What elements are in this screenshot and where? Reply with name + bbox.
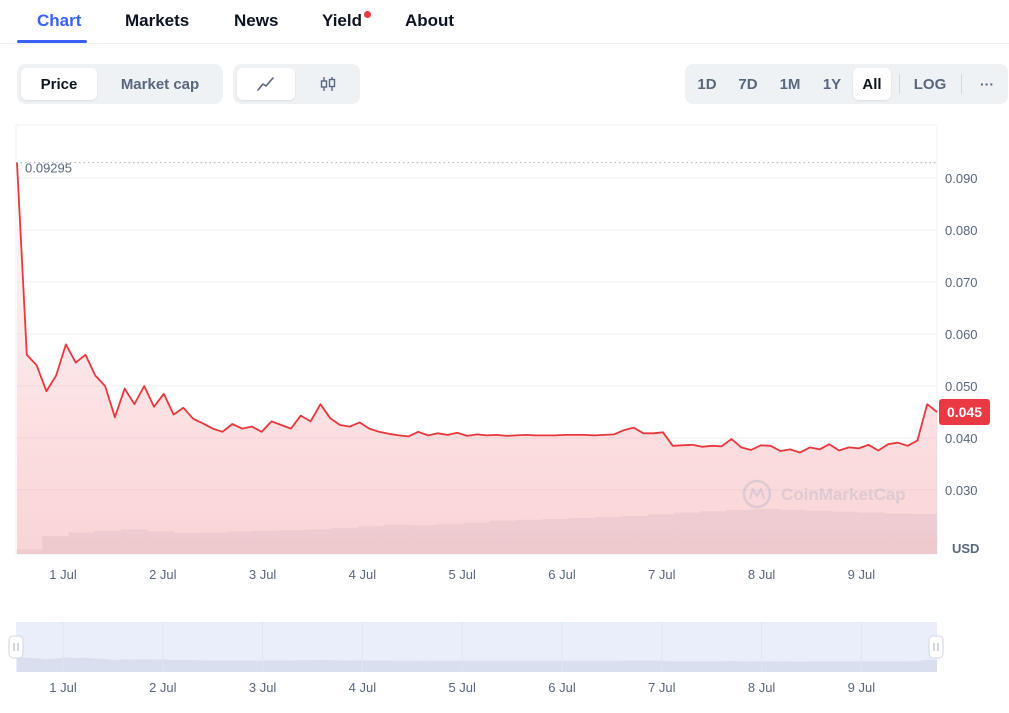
range-divider (899, 74, 900, 94)
x-tick-label: 9 Jul (848, 567, 876, 582)
y-tick-label: 0.050 (945, 379, 978, 394)
navigator-x-tick-label: 8 Jul (748, 680, 776, 695)
navigator-x-tick-label: 1 Jul (49, 680, 77, 695)
range-1m-button[interactable]: 1M (771, 68, 809, 100)
range-7d-button[interactable]: 7D (729, 68, 767, 100)
currency-unit-label: USD (952, 541, 979, 556)
range-toggle: 1D 7D 1M 1Y All LOG ··· (685, 64, 1008, 104)
navigator-right-handle[interactable] (928, 635, 944, 659)
x-tick-label: 7 Jul (648, 567, 676, 582)
navigator-x-axis: 1 Jul 2 Jul 3 Jul 4 Jul 5 Jul 6 Jul 7 Jul 8 Jul… (49, 680, 875, 695)
max-price-label: 0.09295 (25, 161, 72, 176)
line-chart-icon (257, 77, 274, 91)
navigator-x-tick-label: 7 Jul (648, 680, 676, 695)
yield-notification-dot (364, 11, 371, 18)
active-tab-indicator (17, 40, 87, 43)
x-tick-label: 6 Jul (548, 567, 576, 582)
candlestick-button[interactable] (299, 68, 356, 100)
tab-chart[interactable]: Chart (37, 11, 81, 31)
y-tick-label: 0.030 (945, 483, 978, 498)
range-1d-button[interactable]: 1D (689, 68, 725, 100)
navigator-x-tick-label: 5 Jul (448, 680, 476, 695)
log-scale-button[interactable]: LOG (903, 68, 957, 100)
range-divider (961, 74, 962, 94)
y-tick-label: 0.040 (945, 431, 978, 446)
tab-markets[interactable]: Markets (125, 11, 189, 31)
navigator-x-tick-label: 2 Jul (149, 680, 177, 695)
max-price-line: 0.09295 (16, 161, 937, 176)
current-price-label: 0.045 (947, 404, 982, 420)
navigator-x-tick-label: 3 Jul (249, 680, 277, 695)
y-tick-label: 0.090 (945, 171, 978, 186)
tab-news[interactable]: News (234, 11, 278, 31)
navigator-x-tick-label: 9 Jul (848, 680, 876, 695)
range-1y-button[interactable]: 1Y (813, 68, 851, 100)
watermark-text: CoinMarketCap (781, 485, 906, 504)
tab-about[interactable]: About (405, 11, 454, 31)
y-tick-label: 0.080 (945, 223, 978, 238)
more-options-button[interactable]: ··· (969, 68, 1005, 100)
market-cap-button[interactable]: Market cap (101, 68, 219, 100)
tab-yield[interactable]: Yield (322, 11, 362, 31)
x-tick-label: 3 Jul (249, 567, 277, 582)
range-all-button[interactable]: All (853, 68, 891, 100)
candlestick-icon (320, 77, 335, 91)
price-button[interactable]: Price (21, 68, 97, 100)
x-tick-label: 8 Jul (748, 567, 776, 582)
navigator-x-tick-label: 6 Jul (548, 680, 576, 695)
x-tick-label: 5 Jul (448, 567, 476, 582)
navigator-x-tick-label: 4 Jul (349, 680, 377, 695)
x-tick-label: 2 Jul (149, 567, 177, 582)
price-chart[interactable]: 0.09295 0.0900.0800.0700.0600.0500.0400.… (0, 120, 1009, 713)
x-tick-label: 1 Jul (49, 567, 77, 582)
x-tick-label: 4 Jul (349, 567, 377, 582)
y-tick-label: 0.060 (945, 327, 978, 342)
chart-type-toggle (233, 64, 360, 104)
y-axis: 0.090 0.080 0.070 0.060 0.050 0.040 0.030 USD 0.… (939, 171, 990, 556)
nav-tabs: Chart Markets News Yield About (0, 0, 1009, 44)
navigator-left-handle[interactable] (8, 635, 24, 659)
x-axis: 1 Jul 2 Jul 3 Jul 4 Jul 5 Jul 6 Jul 7 Jul 8 Jul… (49, 567, 875, 582)
y-tick-label: 0.070 (945, 275, 978, 290)
metric-toggle: Price Market cap (17, 64, 223, 104)
line-chart-button[interactable] (237, 68, 295, 100)
range-navigator[interactable] (8, 622, 944, 672)
